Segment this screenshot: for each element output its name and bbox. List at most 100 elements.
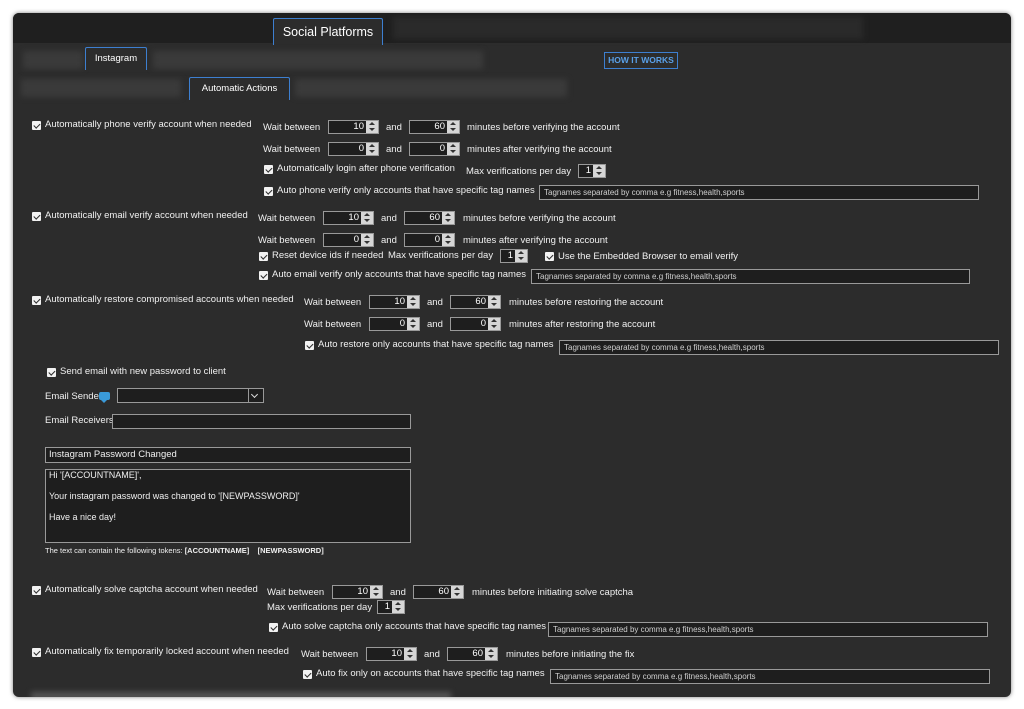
email-body-textarea[interactable]: Hi '[ACCOUNTNAME]', Your instagram passw…: [45, 469, 411, 543]
wait-between-label: Wait between: [263, 122, 321, 133]
tokens-help: The text can contain the following token…: [45, 546, 324, 555]
email-max-stepper[interactable]: 1: [500, 249, 528, 263]
email-suffix-1: minutes before verifying the account: [463, 213, 616, 224]
wait-between-label: Wait between: [267, 587, 325, 598]
captcha-tags-checkbox[interactable]: [269, 623, 278, 632]
phone-suffix-1: minutes before verifying the account: [467, 122, 620, 133]
phone-wait-max-1[interactable]: 60: [409, 120, 460, 134]
settings-window: Social Platforms Instagram HOW IT WORKS …: [13, 13, 1011, 697]
wait-between-label: Wait between: [263, 144, 321, 155]
phone-max-stepper[interactable]: 1: [578, 164, 606, 178]
spinner-icon[interactable]: [366, 121, 378, 133]
locked-tags-checkbox[interactable]: [303, 670, 312, 679]
spinner-icon[interactable]: [392, 601, 404, 613]
locked-label: Automatically fix temporarily locked acc…: [45, 646, 289, 657]
tab-social-platforms[interactable]: Social Platforms: [273, 18, 383, 45]
send-email-checkbox[interactable]: [47, 368, 56, 377]
email-wait-max-2[interactable]: 0: [404, 233, 455, 247]
locked-suffix: minutes before initiating the fix: [506, 649, 635, 660]
and-label: and: [386, 122, 402, 133]
email-tags-input[interactable]: Tagnames separated by comma e.g fitness,…: [531, 269, 970, 284]
captcha-max-stepper[interactable]: 1: [377, 600, 405, 614]
chevron-down-icon[interactable]: [248, 389, 263, 402]
spinner-icon[interactable]: [366, 143, 378, 155]
token-newpassword: [NEWPASSWORD]: [257, 546, 324, 555]
captcha-checkbox[interactable]: [32, 586, 41, 595]
wait-between-label: Wait between: [301, 649, 359, 660]
email-verify-label: Automatically email verify account when …: [45, 210, 248, 221]
spinner-icon[interactable]: [451, 586, 463, 598]
tokens-label: The text can contain the following token…: [45, 546, 183, 555]
email-wait-min-2[interactable]: 0: [323, 233, 374, 247]
phone-wait-min-2[interactable]: 0: [328, 142, 379, 156]
captcha-label: Automatically solve captcha account when…: [45, 584, 258, 595]
blurred-tabs: [153, 51, 483, 69]
spinner-icon[interactable]: [485, 648, 497, 660]
restore-tags-label: Auto restore only accounts that have spe…: [318, 339, 554, 350]
captcha-wait-min[interactable]: 10: [332, 585, 383, 599]
spinner-icon[interactable]: [488, 296, 500, 308]
email-receivers-label: Email Receivers: [45, 415, 114, 426]
restore-wait-min-2[interactable]: 0: [369, 317, 420, 331]
captcha-suffix: minutes before initiating solve captcha: [472, 587, 634, 598]
email-wait-min-1[interactable]: 10: [323, 211, 374, 225]
email-tags-checkbox[interactable]: [259, 271, 268, 280]
phone-wait-max-2[interactable]: 0: [409, 142, 460, 156]
email-receivers-input[interactable]: [112, 414, 411, 429]
spinner-icon[interactable]: [593, 165, 605, 177]
spinner-icon[interactable]: [488, 318, 500, 330]
how-it-works-button[interactable]: HOW IT WORKS: [604, 52, 678, 69]
tab-automatic-actions[interactable]: Automatic Actions: [189, 77, 290, 100]
restore-suffix-2: minutes after restoring the account: [509, 319, 656, 330]
spinner-icon[interactable]: [442, 212, 454, 224]
wait-between-label: Wait between: [258, 235, 316, 246]
locked-wait-max[interactable]: 60: [447, 647, 498, 661]
email-reset-label: Reset device ids if needed: [272, 250, 384, 261]
phone-tags-checkbox[interactable]: [264, 187, 273, 196]
blurred-tab: [23, 51, 83, 69]
captcha-tags-input[interactable]: Tagnames separated by comma e.g fitness,…: [548, 622, 988, 637]
embedded-browser-checkbox[interactable]: [545, 252, 554, 261]
spinner-icon[interactable]: [442, 234, 454, 246]
restore-wait-min-1[interactable]: 10: [369, 295, 420, 309]
blurred-tabs: [295, 79, 567, 97]
restore-tags-checkbox[interactable]: [305, 341, 314, 350]
and-label: and: [427, 297, 443, 308]
spinner-icon[interactable]: [447, 143, 459, 155]
restore-wait-max-1[interactable]: 60: [450, 295, 501, 309]
phone-verify-checkbox[interactable]: [32, 121, 41, 130]
spinner-icon[interactable]: [361, 234, 373, 246]
email-reset-checkbox[interactable]: [259, 252, 268, 261]
spinner-icon[interactable]: [447, 121, 459, 133]
captcha-wait-max[interactable]: 60: [413, 585, 464, 599]
spinner-icon[interactable]: [407, 318, 419, 330]
body-line: Hi '[ACCOUNTNAME]',: [49, 470, 142, 480]
restore-wait-max-2[interactable]: 0: [450, 317, 501, 331]
spinner-icon[interactable]: [407, 296, 419, 308]
tab-instagram[interactable]: Instagram: [85, 47, 147, 70]
email-verify-checkbox[interactable]: [32, 212, 41, 221]
locked-wait-min[interactable]: 10: [366, 647, 417, 661]
email-wait-max-1[interactable]: 60: [404, 211, 455, 225]
phone-login-checkbox[interactable]: [264, 165, 273, 174]
email-sender-select[interactable]: [117, 388, 264, 403]
email-suffix-2: minutes after verifying the account: [463, 235, 608, 246]
and-label: and: [424, 649, 440, 660]
spinner-icon[interactable]: [515, 250, 527, 262]
email-sender-label: Email Sender: [45, 391, 103, 402]
max-verifications-label: Max verifications per day: [466, 166, 572, 177]
spinner-icon[interactable]: [361, 212, 373, 224]
locked-tags-input[interactable]: Tagnames separated by comma e.g fitness,…: [550, 669, 990, 684]
restore-checkbox[interactable]: [32, 296, 41, 305]
email-subject-input[interactable]: Instagram Password Changed: [45, 447, 411, 463]
restore-tags-input[interactable]: Tagnames separated by comma e.g fitness,…: [559, 340, 999, 355]
cut-off-row: [31, 692, 451, 697]
locked-checkbox[interactable]: [32, 648, 41, 657]
blurred-tabs: [21, 79, 181, 97]
max-verifications-label: Max verifications per day: [267, 602, 373, 613]
phone-wait-min-1[interactable]: 10: [328, 120, 379, 134]
spinner-icon[interactable]: [370, 586, 382, 598]
wait-between-label: Wait between: [304, 297, 362, 308]
spinner-icon[interactable]: [404, 648, 416, 660]
phone-tags-input[interactable]: Tagnames separated by comma e.g fitness,…: [539, 185, 979, 200]
